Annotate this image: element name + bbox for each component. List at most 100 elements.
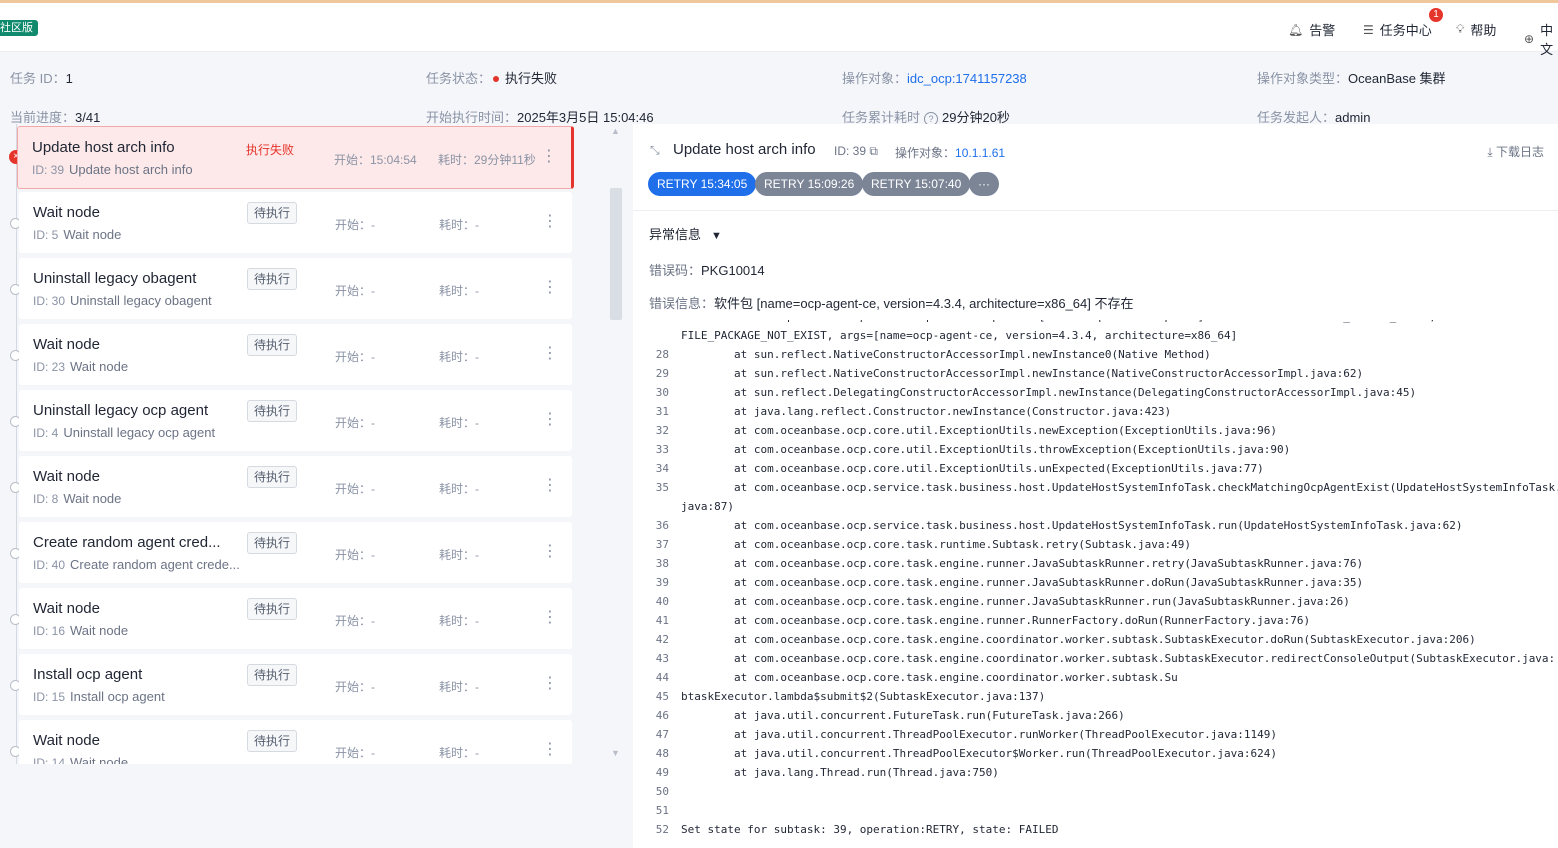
log-line: 32 at com.oceanbase.ocp.core.util.Except… bbox=[633, 421, 1558, 440]
language-label: 中文 bbox=[1540, 23, 1554, 57]
help-nav[interactable]: 💡︎ 帮助 bbox=[1456, 20, 1496, 39]
subtask-desc: Uninstall legacy obagent bbox=[70, 293, 212, 308]
more-vertical-icon[interactable]: ⋮ bbox=[542, 409, 558, 429]
log-line: 41 at com.oceanbase.ocp.core.task.engine… bbox=[633, 611, 1558, 630]
subtask-card[interactable]: Wait node ID: 14 Wait node 待执行 开始：- 耗时：- ⋮ bbox=[19, 720, 572, 764]
subtask-desc: Update host arch info bbox=[69, 162, 193, 177]
log-line: 34 at com.oceanbase.ocp.core.util.Except… bbox=[633, 459, 1558, 478]
detail-id-value: ID: 39 bbox=[834, 144, 867, 158]
subtask-id: ID: 39 bbox=[32, 163, 65, 177]
log-line-text: at com.oceanbase.ocp.core.task.engine.ru… bbox=[681, 595, 1350, 608]
log-line-number: 28 bbox=[655, 348, 669, 361]
subtask-cost: 耗时：29分钟11秒 bbox=[438, 153, 536, 167]
more-vertical-icon[interactable]: ⋮ bbox=[542, 211, 558, 231]
log-line-text: at com.oceanbase.ocp.service.task.busine… bbox=[681, 519, 1463, 532]
subtask-desc: Wait node bbox=[63, 491, 122, 506]
log-line-text: at com.oceanbase.ocp.core.task.engine.ru… bbox=[681, 557, 1364, 570]
subtask-cost: 耗时：- bbox=[439, 548, 479, 562]
target-type-value: OceanBase 集群 bbox=[1348, 71, 1446, 86]
subtask-start: 开始：- bbox=[335, 482, 375, 496]
more-vertical-icon[interactable]: ⋮ bbox=[542, 541, 558, 561]
subtask-card[interactable]: Wait node ID: 8 Wait node 待执行 开始：- 耗时：- ⋮ bbox=[19, 456, 572, 517]
error-message-value: 软件包 [name=ocp-agent-ce, version=4.3.4, a… bbox=[714, 296, 1134, 311]
more-vertical-icon[interactable]: ⋮ bbox=[542, 343, 558, 363]
more-retries-pill[interactable]: ··· bbox=[969, 172, 999, 196]
subtask-card[interactable]: Uninstall legacy obagent ID: 30 Uninstall … bbox=[19, 258, 572, 319]
subtask-start: 开始：- bbox=[335, 218, 375, 232]
log-line-text: at java.util.concurrent.ThreadPoolExecut… bbox=[681, 728, 1278, 741]
subtask-title: Wait node bbox=[33, 732, 100, 749]
download-log-button[interactable]: ⤓ 下载日志 bbox=[1487, 143, 1544, 160]
list-scrollbar[interactable]: ▲ ▼ bbox=[607, 124, 625, 764]
retry-pill[interactable]: RETRY 15:09:26 bbox=[755, 172, 864, 196]
log-line-number: 38 bbox=[655, 557, 669, 570]
log-line: 46 at java.util.concurrent.FutureTask.ru… bbox=[633, 706, 1558, 725]
alerts-nav[interactable]: 🔔︎ 告警 bbox=[1288, 20, 1335, 39]
globe-icon: ⊕ bbox=[1524, 32, 1535, 46]
subtask-start: 开始：- bbox=[335, 350, 375, 364]
scroll-thumb[interactable] bbox=[610, 188, 622, 320]
log-line: 39 at com.oceanbase.ocp.core.task.engine… bbox=[633, 573, 1558, 592]
download-log-label: 下载日志 bbox=[1495, 145, 1544, 159]
log-line: 47 at java.util.concurrent.ThreadPoolExe… bbox=[633, 725, 1558, 744]
retry-pill[interactable]: RETRY 15:34:05 bbox=[648, 172, 757, 196]
log-line-number: 30 bbox=[655, 386, 669, 399]
subtask-cost: 耗时：- bbox=[439, 350, 479, 364]
more-vertical-icon[interactable]: ⋮ bbox=[542, 739, 558, 759]
log-line-number: 39 bbox=[655, 576, 669, 589]
more-vertical-icon[interactable]: ⋮ bbox=[542, 607, 558, 627]
scroll-down-icon[interactable]: ▼ bbox=[611, 748, 620, 758]
log-line-text: btaskExecutor.lambda$submit$2(SubtaskExe… bbox=[681, 690, 1046, 703]
subtask-card[interactable]: Uninstall legacy ocp agent ID: 4 Uninstall… bbox=[19, 390, 572, 451]
log-line-number: 44 bbox=[655, 671, 669, 684]
task-center-nav[interactable]: ☰ 任务中心 bbox=[1363, 20, 1432, 39]
target-link[interactable]: idc_ocp:1741157238 bbox=[907, 71, 1027, 86]
language-nav[interactable]: ⊕ 中文 bbox=[1524, 20, 1558, 58]
log-line-number: 48 bbox=[655, 747, 669, 760]
subtask-cost: 耗时：- bbox=[439, 218, 479, 232]
scroll-up-icon[interactable]: ▲ bbox=[611, 126, 620, 136]
more-vertical-icon[interactable]: ⋮ bbox=[542, 277, 558, 297]
log-line-number: 51 bbox=[655, 804, 669, 817]
log-line-text: at com.oceanbase.ocp.core.task.engine.co… bbox=[681, 633, 1476, 646]
log-line-text: at com.oceanbase.ocp.core.task.engine.co… bbox=[681, 652, 1556, 665]
subtask-card[interactable]: Wait node ID: 5 Wait node 待执行 开始：- 耗时：- ⋮ bbox=[19, 192, 572, 253]
detail-target-link[interactable]: 10.1.1.61 bbox=[955, 146, 1005, 160]
subtask-start: 开始：- bbox=[335, 284, 375, 298]
copy-icon[interactable]: ⧉ bbox=[869, 144, 878, 158]
log-line-text: java:87) bbox=[681, 500, 734, 513]
log-line: 37 at com.oceanbase.ocp.core.task.runtim… bbox=[633, 535, 1558, 554]
subtask-card[interactable]: Create random agent cred... ID: 40 Create … bbox=[19, 522, 572, 583]
subtask-status-tag: 待执行 bbox=[247, 334, 298, 356]
detail-target: 操作对象：10.1.1.61 bbox=[895, 144, 1005, 161]
top-bar: 社区版 🔔︎ 告警 ☰ 任务中心 1 💡︎ 帮助 ⊕ 中文 bbox=[0, 3, 1558, 57]
subtask-cost: 耗时：- bbox=[439, 482, 479, 496]
log-line-text: at java.lang.Thread.run(Thread.java:750) bbox=[681, 766, 999, 779]
log-line: 33 at com.oceanbase.ocp.core.util.Except… bbox=[633, 440, 1558, 459]
subtask-card[interactable]: Update host arch info ID: 39 Update host a… bbox=[17, 126, 574, 189]
error-message-label: 错误信息： bbox=[649, 296, 715, 311]
log-viewer[interactable]: 27com.oceanbase.ocp.core.exception.Unexp… bbox=[633, 320, 1558, 848]
subtask-title: Wait node bbox=[33, 336, 100, 353]
more-vertical-icon[interactable]: ⋮ bbox=[541, 146, 557, 166]
more-vertical-icon[interactable]: ⋮ bbox=[542, 673, 558, 693]
elapsed-label: 任务累计耗时 bbox=[842, 110, 921, 125]
subtask-desc: Wait node bbox=[70, 623, 129, 638]
retry-pill[interactable]: RETRY 15:07:40 bbox=[862, 172, 971, 196]
subtask-card[interactable]: Wait node ID: 16 Wait node 待执行 开始：- 耗时：- ⋮ bbox=[19, 588, 572, 649]
more-vertical-icon[interactable]: ⋮ bbox=[542, 475, 558, 495]
log-line-text: at java.lang.reflect.Constructor.newInst… bbox=[681, 405, 1172, 418]
subtask-subtitle: ID: 4 Uninstall legacy ocp agent bbox=[33, 425, 215, 440]
log-line: 42 at com.oceanbase.ocp.core.task.engine… bbox=[633, 630, 1558, 649]
subtask-card[interactable]: Wait node ID: 23 Wait node 待执行 开始：- 耗时：- ⋮ bbox=[19, 324, 572, 385]
subtask-cost: 耗时：- bbox=[439, 680, 479, 694]
subtask-title: Create random agent cred... bbox=[33, 534, 221, 551]
subtask-id: ID: 16 bbox=[33, 624, 66, 638]
exception-section-toggle[interactable]: 异常信息 ▼ bbox=[649, 224, 722, 243]
subtask-title: Wait node bbox=[33, 468, 100, 485]
meta-target-type: 操作对象类型：OceanBase 集群 bbox=[1257, 68, 1446, 87]
subtask-card[interactable]: Install ocp agent ID: 15 Install ocp agent… bbox=[19, 654, 572, 715]
subtask-desc: Uninstall legacy ocp agent bbox=[63, 425, 216, 440]
task-id-label: 任务 ID： bbox=[10, 71, 66, 86]
log-line-number: 49 bbox=[655, 766, 669, 779]
